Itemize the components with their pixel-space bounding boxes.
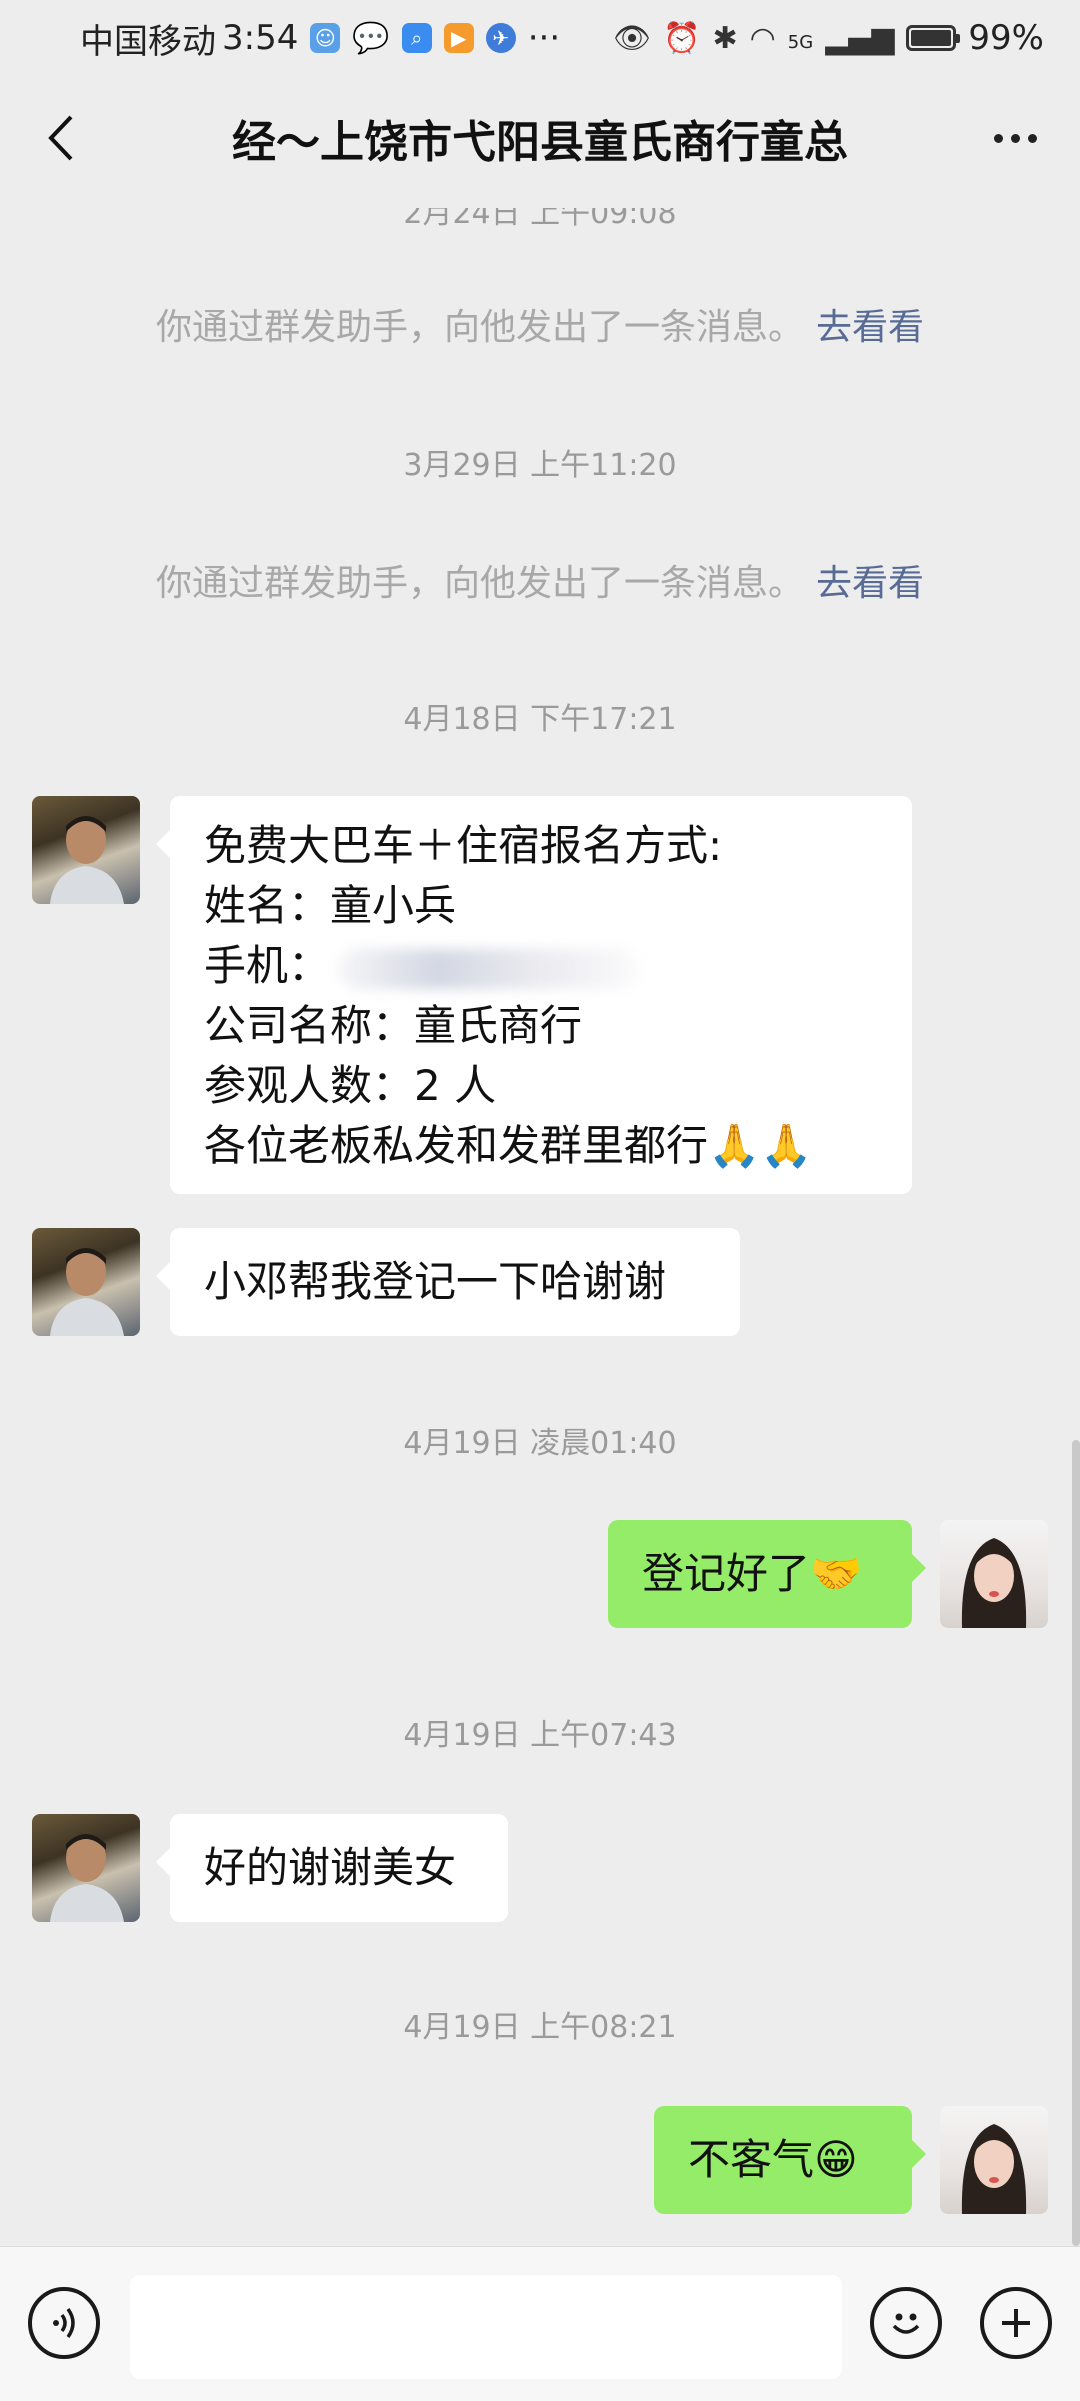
timestamp: 4月19日 上午07:43 xyxy=(403,1718,677,1753)
redacted-phone-number xyxy=(338,948,639,989)
voice-button[interactable] xyxy=(28,2287,100,2359)
system-message: 你通过群发助手，向他发出了一条消息。 去看看 xyxy=(0,298,1080,350)
avatar-image xyxy=(961,1538,1027,1628)
app-notification-icon: ☺ xyxy=(310,23,341,53)
timestamp: 4月18日 下午17:21 xyxy=(403,702,677,737)
message-bubble-outgoing[interactable]: 登记好了🤝 xyxy=(608,1520,926,1628)
dot xyxy=(993,133,1003,143)
system-message-text: 你通过群发助手，向他发出了一条消息。 xyxy=(155,307,804,348)
message-line-phone: 手机： xyxy=(204,936,878,996)
message-bubble-incoming[interactable]: 免费大巴车＋住宿报名方式: 姓名：童小兵 手机： 公司名称：童氏商行 参观人数：… xyxy=(156,796,912,1194)
chevron-left-icon xyxy=(48,115,73,161)
contact-avatar[interactable] xyxy=(32,796,140,904)
chat-area[interactable]: 2月24日 上午09:08 你通过群发助手，向他发出了一条消息。 去看看 3月29… xyxy=(0,200,1080,2246)
message-line: 参观人数：2 人 xyxy=(204,1061,497,1110)
message-text: 不客气😁 xyxy=(688,2135,858,2184)
status-bar-right: 👁 ⏰ ✱ ◠ 5G ▂▄▆ 99% xyxy=(613,18,1044,58)
eye-icon: 👁 xyxy=(613,20,652,56)
chat-header: 经～上饶市弋阳县童氏商行童总 xyxy=(0,76,1080,200)
message-line: 免费大巴车＋住宿报名方式: xyxy=(204,821,723,870)
dot xyxy=(1010,133,1020,143)
signal-label: 5G xyxy=(787,32,814,53)
status-bar: 中国移动 3:54 ☺ 💬 ⌕ ▶ ✈ ··· 👁 ⏰ ✱ ◠ 5G ▂▄▆ 9… xyxy=(0,0,1080,76)
message-line: 公司名称：童氏商行 xyxy=(204,1001,583,1050)
emoji-icon xyxy=(892,2313,920,2334)
chat-title: 经～上饶市弋阳县童氏商行童总 xyxy=(232,117,848,168)
contact-avatar[interactable] xyxy=(32,1228,140,1336)
timestamp: 2月24日 上午09:08 xyxy=(403,200,677,231)
message-text: 登记好了🤝 xyxy=(642,1549,863,1598)
contact-avatar[interactable] xyxy=(32,1814,140,1922)
signal-icon: ▂▄▆ xyxy=(825,20,895,56)
dot xyxy=(1027,133,1037,143)
browser-app-icon: ✈ xyxy=(485,23,516,53)
avatar-image xyxy=(961,2124,1027,2214)
phone-label: 手机： xyxy=(204,941,331,990)
plus-icon xyxy=(1002,2309,1030,2337)
status-bar-left: 中国移动 3:54 ☺ 💬 ⌕ ▶ ✈ ··· xyxy=(80,14,560,63)
timestamp: 3月29日 上午11:20 xyxy=(403,448,677,483)
message-text: 小邓帮我登记一下哈谢谢 xyxy=(204,1257,667,1306)
system-message: 你通过群发助手，向他发出了一条消息。 去看看 xyxy=(0,554,1080,606)
view-link[interactable]: 去看看 xyxy=(816,563,924,604)
battery-percent: 99% xyxy=(968,18,1044,58)
more-notifications-icon: ··· xyxy=(527,18,561,58)
input-bar xyxy=(0,2246,1080,2401)
more-functions-button[interactable] xyxy=(980,2287,1052,2359)
bluetooth-icon: ✱ xyxy=(712,20,738,56)
timestamp: 4月19日 凌晨01:40 xyxy=(403,1426,677,1461)
message-bubble-incoming[interactable]: 好的谢谢美女 xyxy=(156,1814,508,1922)
chat-scrollbar[interactable] xyxy=(1072,1440,1080,2246)
emoji-button[interactable] xyxy=(870,2287,942,2359)
timestamp: 4月19日 上午08:21 xyxy=(403,2010,677,2045)
system-message-text: 你通过群发助手，向他发出了一条消息。 xyxy=(155,563,804,604)
wifi-icon: ◠ xyxy=(749,20,776,56)
carrier-label: 中国移动 xyxy=(80,21,216,62)
more-options-button[interactable] xyxy=(980,106,1050,170)
video-app-icon: ▶ xyxy=(443,23,474,53)
message-input[interactable] xyxy=(130,2275,842,2379)
message-bubble-incoming[interactable]: 小邓帮我登记一下哈谢谢 xyxy=(156,1228,740,1336)
avatar-image xyxy=(50,816,124,904)
avatar-image xyxy=(50,1248,124,1336)
view-link[interactable]: 去看看 xyxy=(816,307,924,348)
message-line: 各位老板私发和发群里都行🙏🙏 xyxy=(204,1121,813,1170)
search-app-icon: ⌕ xyxy=(401,23,432,53)
my-avatar[interactable] xyxy=(940,1520,1048,1628)
alarm-icon: ⏰ xyxy=(663,20,701,56)
wechat-icon: 💬 xyxy=(352,20,390,56)
clock: 3:54 xyxy=(222,18,299,58)
battery-icon xyxy=(906,25,961,51)
back-button[interactable] xyxy=(30,106,90,170)
voice-icon xyxy=(53,2307,75,2339)
message-bubble-outgoing[interactable]: 不客气😁 xyxy=(654,2106,926,2214)
message-line: 姓名：童小兵 xyxy=(204,881,457,930)
my-avatar[interactable] xyxy=(940,2106,1048,2214)
avatar-image xyxy=(50,1834,124,1922)
message-text: 好的谢谢美女 xyxy=(204,1843,457,1892)
